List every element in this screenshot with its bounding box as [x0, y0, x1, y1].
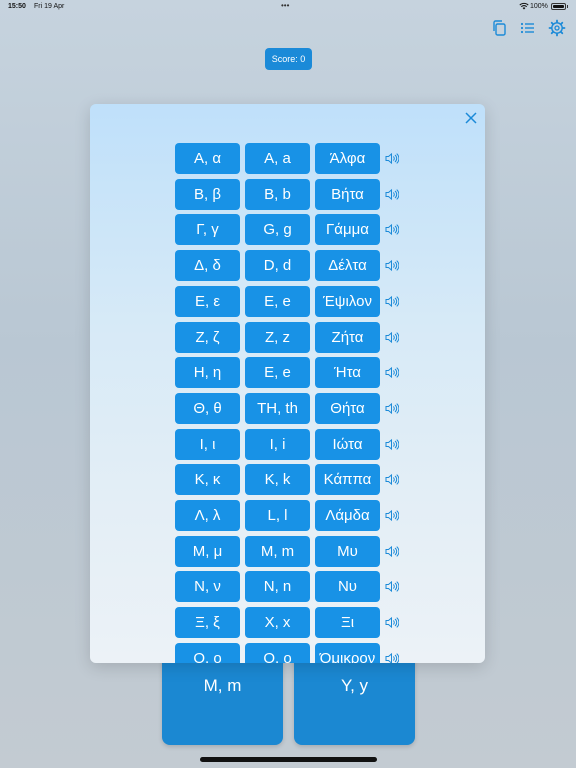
latin-letter-button[interactable]: M, m — [245, 535, 310, 567]
answer-card-right[interactable]: Υ, y — [294, 650, 415, 745]
speaker-icon[interactable] — [385, 616, 400, 629]
speaker-icon[interactable] — [385, 152, 400, 165]
letter-name-button[interactable]: Βήτα — [315, 178, 380, 210]
greek-letter-button[interactable]: Ι, ι — [175, 428, 240, 460]
speaker-icon[interactable] — [385, 188, 400, 201]
letter-name-button[interactable]: Θήτα — [315, 392, 380, 424]
greek-letter-button[interactable]: Ζ, ζ — [175, 321, 240, 353]
latin-letter-button[interactable]: K, k — [245, 464, 310, 496]
speaker-icon[interactable] — [385, 652, 400, 663]
latin-letter-button[interactable]: E, e — [245, 285, 310, 317]
latin-letter-button[interactable]: O, o — [245, 642, 310, 663]
speaker-icon[interactable] — [385, 438, 400, 451]
list-icon[interactable] — [519, 19, 537, 37]
greek-letter-button[interactable]: Η, η — [175, 357, 240, 389]
home-indicator — [200, 757, 377, 762]
multitasking-dots-icon[interactable]: ••• — [281, 1, 289, 10]
status-time: 15:50 — [8, 3, 26, 10]
letter-name-button[interactable]: Ήτα — [315, 357, 380, 389]
score-badge: Score: 0 — [265, 48, 312, 70]
letter-name-button[interactable]: Έψιλον — [315, 285, 380, 317]
greek-letter-button[interactable]: Ε, ε — [175, 285, 240, 317]
greek-letter-button[interactable]: Ο, ο — [175, 642, 240, 663]
status-date: Fri 19 Apr — [34, 3, 65, 10]
speaker-icon[interactable] — [385, 545, 400, 558]
letter-name-button[interactable]: Κάππα — [315, 464, 380, 496]
speaker-icon[interactable] — [385, 366, 400, 379]
latin-letter-button[interactable]: G, g — [245, 214, 310, 246]
greek-letter-button[interactable]: Ξ, ξ — [175, 607, 240, 639]
letter-name-button[interactable]: Ιώτα — [315, 428, 380, 460]
letter-name-button[interactable]: Νυ — [315, 571, 380, 603]
speaker-icon[interactable] — [385, 295, 400, 308]
latin-letter-button[interactable]: E, e — [245, 357, 310, 389]
speaker-icon[interactable] — [385, 331, 400, 344]
speaker-icon[interactable] — [385, 509, 400, 522]
copy-icon[interactable] — [491, 19, 509, 37]
wifi-icon — [519, 2, 529, 10]
letter-name-button[interactable]: Γάμμα — [315, 214, 380, 246]
latin-letter-button[interactable]: L, l — [245, 500, 310, 531]
latin-letter-button[interactable]: D, d — [245, 250, 310, 282]
letter-name-button[interactable]: Όμικρον — [315, 642, 380, 663]
greek-letter-button[interactable]: Ν, ν — [175, 571, 240, 603]
battery-percent: 100% — [530, 3, 548, 10]
latin-letter-button[interactable]: Z, z — [245, 321, 310, 353]
greek-letter-button[interactable]: Α, α — [175, 143, 240, 174]
gear-icon[interactable] — [548, 19, 566, 37]
close-icon[interactable] — [464, 111, 478, 125]
greek-letter-button[interactable]: Δ, δ — [175, 250, 240, 282]
letter-name-button[interactable]: Λάμδα — [315, 500, 380, 531]
battery-icon — [551, 3, 566, 10]
letter-name-button[interactable]: Δέλτα — [315, 250, 380, 282]
greek-letter-button[interactable]: Μ, μ — [175, 535, 240, 567]
answer-card-left[interactable]: Μ, m — [162, 650, 283, 745]
latin-letter-button[interactable]: TH, th — [245, 392, 310, 424]
latin-letter-button[interactable]: B, b — [245, 178, 310, 210]
letter-name-button[interactable]: Ζήτα — [315, 321, 380, 353]
letter-name-button[interactable]: Άλφα — [315, 143, 380, 174]
speaker-icon[interactable] — [385, 223, 400, 236]
latin-letter-button[interactable]: X, x — [245, 607, 310, 639]
greek-letter-button[interactable]: Κ, κ — [175, 464, 240, 496]
status-bar: 15:50 Fri 19 Apr ••• 100% — [0, 0, 576, 14]
greek-letter-button[interactable]: Β, β — [175, 178, 240, 210]
speaker-icon[interactable] — [385, 259, 400, 272]
latin-letter-button[interactable]: A, a — [245, 143, 310, 174]
letter-name-button[interactable]: Ξι — [315, 607, 380, 639]
latin-letter-button[interactable]: I, i — [245, 428, 310, 460]
speaker-icon[interactable] — [385, 402, 400, 415]
latin-letter-button[interactable]: N, n — [245, 571, 310, 603]
alphabet-modal: Α, α A, a Άλφα Β, β B, b Βήτα Γ, γ G, g Γάμμα Δ, … — [90, 104, 485, 663]
speaker-icon[interactable] — [385, 473, 400, 486]
letter-name-button[interactable]: Μυ — [315, 535, 380, 567]
greek-letter-button[interactable]: Θ, θ — [175, 392, 240, 424]
greek-letter-button[interactable]: Λ, λ — [175, 500, 240, 531]
greek-letter-button[interactable]: Γ, γ — [175, 214, 240, 246]
speaker-icon[interactable] — [385, 580, 400, 593]
